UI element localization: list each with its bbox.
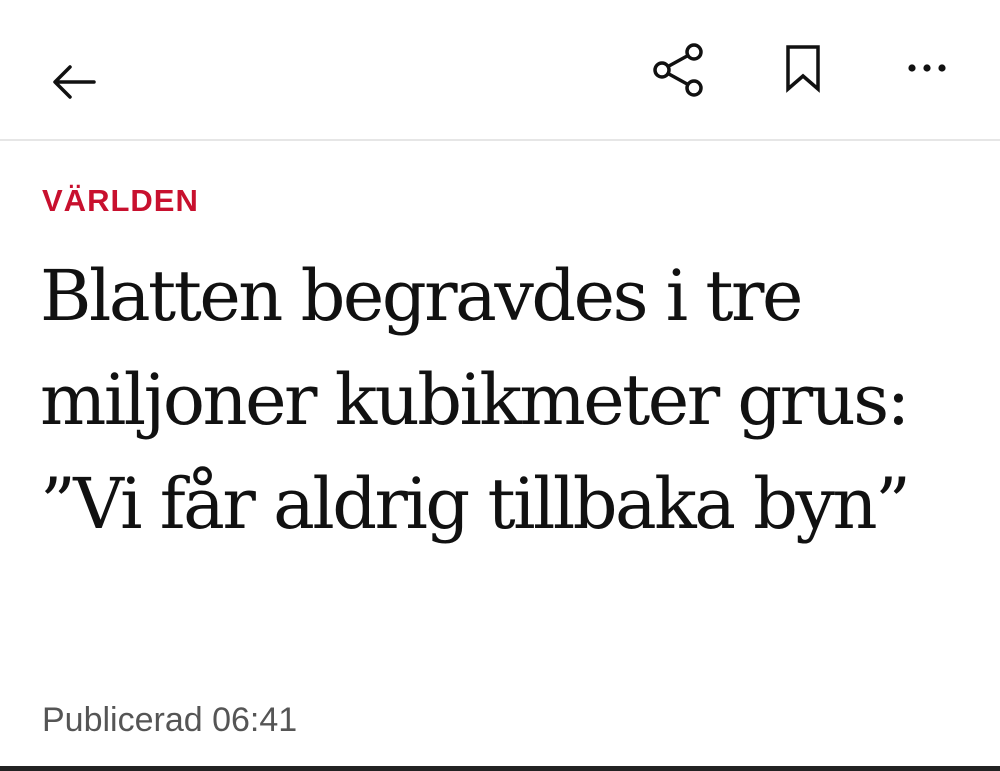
back-button[interactable]: [42, 50, 106, 114]
more-horizontal-icon: [908, 64, 946, 72]
share-icon: [653, 43, 703, 97]
section-label[interactable]: VÄRLDEN: [42, 183, 199, 219]
more-options-button[interactable]: [895, 36, 959, 100]
top-toolbar: [0, 0, 1000, 141]
arrow-left-icon: [53, 65, 96, 99]
bookmark-button[interactable]: [771, 36, 835, 100]
published-time: Publicerad 06:41: [42, 701, 298, 739]
share-button[interactable]: [646, 38, 710, 102]
bookmark-icon: [786, 45, 820, 93]
article-headline: Blatten begravdes i tre miljoner kubikme…: [40, 255, 911, 545]
bottom-divider: [0, 766, 1000, 771]
